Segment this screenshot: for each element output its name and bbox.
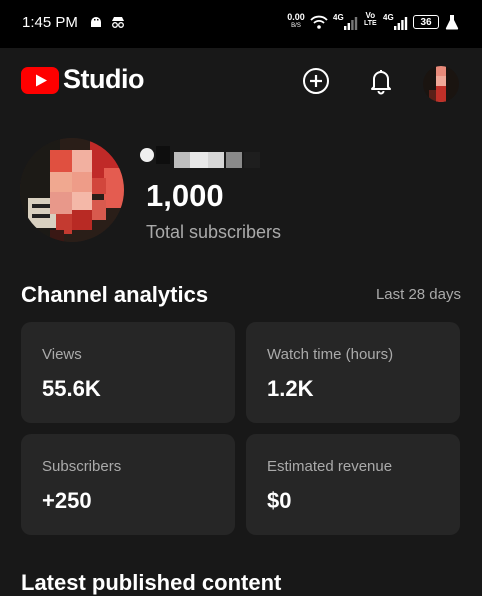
- volte-indicator: Vo LTE: [364, 12, 377, 28]
- card-label: Subscribers: [42, 458, 122, 475]
- status-time: 1:45 PM: [22, 14, 78, 31]
- volte-line-2: LTE: [364, 20, 377, 27]
- analytics-card-subscribers[interactable]: Subscribers +250: [21, 434, 235, 535]
- flask-icon: [445, 14, 459, 35]
- channel-avatar[interactable]: [20, 138, 124, 242]
- analytics-card-watch-time[interactable]: Watch time (hours) 1.2K: [246, 322, 460, 423]
- account-avatar[interactable]: [423, 66, 459, 102]
- status-bar: 1:45 PM 0.00 B/S 4G Vo LTE 4G 36: [0, 0, 482, 48]
- volte-line-1: Vo: [365, 11, 376, 20]
- latest-content-section-title: Latest published content: [21, 570, 282, 595]
- net-speed-value: 0.00: [287, 12, 305, 22]
- signal-bars-1-icon: [344, 16, 358, 35]
- battery-level: 36: [420, 16, 432, 28]
- notifications-button[interactable]: [366, 66, 396, 96]
- card-label: Estimated revenue: [267, 458, 393, 475]
- bell-icon: [371, 70, 391, 95]
- signal-bars-2-icon: [394, 16, 408, 35]
- analytics-card-views[interactable]: Views 55.6K: [21, 322, 235, 423]
- card-value: $0: [267, 488, 292, 513]
- youtube-logo-icon[interactable]: [21, 67, 59, 94]
- android-icon: [88, 14, 104, 35]
- analytics-card-revenue[interactable]: Estimated revenue $0: [246, 434, 460, 535]
- net-speed-indicator: 0.00 B/S: [285, 13, 307, 31]
- subscriber-count: 1,000: [146, 178, 224, 213]
- card-label: Views: [42, 346, 82, 363]
- incognito-icon: [110, 14, 126, 35]
- card-value: 55.6K: [42, 376, 101, 401]
- analytics-section-title: Channel analytics: [21, 282, 209, 307]
- app-bar: Studio: [0, 48, 482, 118]
- signal-type-2: 4G: [383, 13, 394, 22]
- card-value: +250: [42, 488, 92, 513]
- card-label: Watch time (hours): [267, 346, 394, 363]
- channel-name-redacted: [140, 144, 270, 168]
- analytics-date-range: Last 28 days: [375, 286, 461, 303]
- channel-header: 1,000 Total subscribers: [0, 130, 482, 250]
- wifi-icon: [310, 14, 328, 35]
- signal-type-1: 4G: [333, 13, 344, 22]
- create-button[interactable]: [301, 66, 331, 96]
- battery-icon: 36: [413, 15, 439, 29]
- net-speed-unit: B/S: [291, 23, 301, 29]
- add-circle-icon: [303, 68, 329, 94]
- studio-logo-text: Studio: [63, 64, 144, 94]
- card-value: 1.2K: [267, 376, 314, 401]
- subscriber-label: Total subscribers: [146, 222, 282, 242]
